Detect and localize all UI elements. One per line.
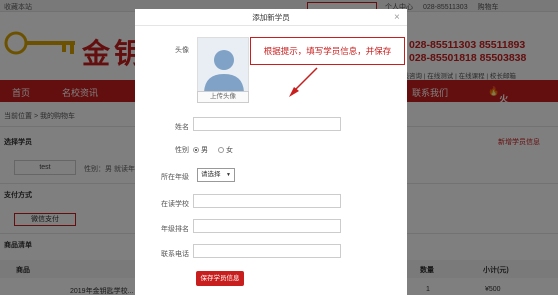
grade-label: 所在年级	[161, 174, 189, 181]
phone-input[interactable]	[193, 244, 341, 258]
school-label: 在读学校	[161, 201, 189, 208]
phone-label: 联系电话	[161, 251, 189, 258]
name-input[interactable]	[193, 117, 341, 131]
add-student-dialog: 添加新学员 × 头像 上传头像 根据提示，填写学员信息，并保存 姓名 性别 男 …	[135, 9, 407, 295]
school-input[interactable]	[193, 194, 341, 208]
upload-avatar-button[interactable]: 上传头像	[197, 91, 249, 103]
hint-callout: 根据提示，填写学员信息，并保存	[250, 37, 405, 65]
gender-female-radio[interactable]	[217, 147, 224, 153]
grade-select[interactable]: 请选择 ▼	[197, 168, 235, 182]
avatar	[197, 37, 249, 93]
arrow-icon	[289, 67, 318, 97]
close-icon[interactable]: ×	[394, 12, 400, 23]
gender-label: 性别	[175, 147, 189, 154]
gender-radio-group: 男 女	[193, 145, 241, 155]
avatar-placeholder-icon	[198, 38, 248, 92]
class-label: 年级排名	[161, 226, 189, 233]
save-student-button[interactable]: 保存学员信息	[196, 271, 244, 286]
class-input[interactable]	[193, 219, 341, 233]
dialog-title: 添加新学员	[135, 9, 407, 26]
gender-male-radio[interactable]	[193, 147, 199, 153]
name-label: 姓名	[175, 124, 189, 131]
avatar-label: 头像	[175, 47, 189, 54]
caret-down-icon: ▼	[226, 172, 231, 178]
